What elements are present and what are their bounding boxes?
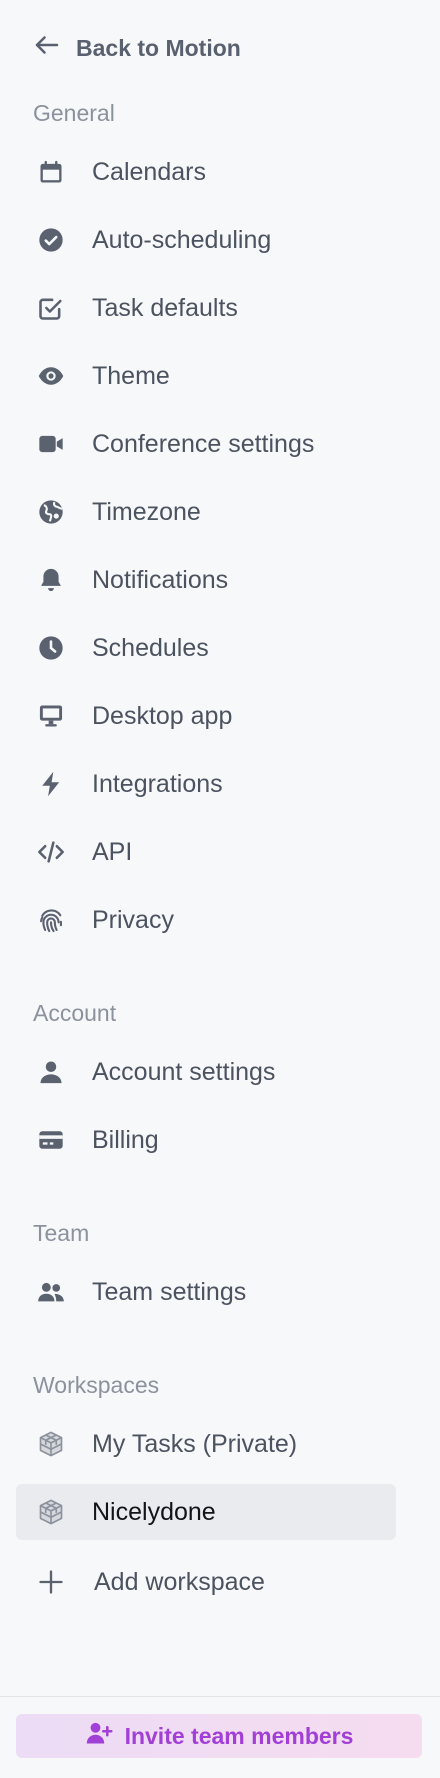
user-icon	[36, 1057, 66, 1087]
user-plus-icon	[85, 1719, 113, 1753]
credit-card-icon	[36, 1125, 66, 1155]
nav-item-timezone[interactable]: Timezone	[16, 484, 396, 540]
nav-item-auto-scheduling[interactable]: Auto-scheduling	[16, 212, 396, 268]
check-circle-icon	[36, 225, 66, 255]
bell-icon	[36, 565, 66, 595]
nav-item-label: Billing	[92, 1125, 159, 1154]
eye-icon	[36, 361, 66, 391]
invite-team-members-button[interactable]: Invite team members	[16, 1714, 422, 1758]
nav-item-api[interactable]: API	[16, 824, 396, 880]
nav-item-team-settings[interactable]: Team settings	[16, 1264, 396, 1320]
nav-item-label: Auto-scheduling	[92, 225, 272, 254]
nav-item-workspace-nicelydone[interactable]: Nicelydone	[16, 1484, 396, 1540]
users-icon	[36, 1277, 66, 1307]
section-label-general: General	[33, 100, 115, 126]
add-workspace-label: Add workspace	[94, 1567, 265, 1596]
fingerprint-icon	[36, 905, 66, 935]
section-label-team: Team	[33, 1220, 90, 1246]
nav-item-calendars[interactable]: Calendars	[16, 144, 396, 200]
globe-icon	[36, 497, 66, 527]
checkbox-icon	[36, 293, 66, 323]
nav-item-privacy[interactable]: Privacy	[16, 892, 396, 948]
nav-item-account-settings[interactable]: Account settings	[16, 1044, 396, 1100]
nav-item-label: Conference settings	[92, 429, 315, 458]
calendar-icon	[36, 157, 66, 187]
nav-item-desktop-app[interactable]: Desktop app	[16, 688, 396, 744]
nav-item-schedules[interactable]: Schedules	[16, 620, 396, 676]
arrow-left-icon	[32, 30, 62, 66]
nav-item-theme[interactable]: Theme	[16, 348, 396, 404]
settings-sidebar: Back to Motion General Calendars Auto-sc…	[0, 0, 440, 1778]
code-icon	[36, 837, 66, 867]
nav-item-label: Integrations	[92, 769, 223, 798]
nav-item-task-defaults[interactable]: Task defaults	[16, 280, 396, 336]
nav-item-label: API	[92, 837, 133, 866]
nav-item-label: Privacy	[92, 905, 174, 934]
nav-item-label: My Tasks (Private)	[92, 1429, 298, 1458]
nav-item-label: Schedules	[92, 633, 209, 662]
nav-item-label: Timezone	[92, 497, 201, 526]
nav-item-integrations[interactable]: Integrations	[16, 756, 396, 812]
section-label-workspaces: Workspaces	[33, 1372, 160, 1398]
nav-item-conference-settings[interactable]: Conference settings	[16, 416, 396, 472]
nav-item-notifications[interactable]: Notifications	[16, 552, 396, 608]
nav-item-label: Notifications	[92, 565, 229, 594]
nav-item-label: Desktop app	[92, 701, 233, 730]
nav-item-workspace-my-tasks[interactable]: My Tasks (Private)	[16, 1416, 396, 1472]
cube-icon	[36, 1497, 66, 1527]
nav-item-billing[interactable]: Billing	[16, 1112, 396, 1168]
cube-icon	[36, 1429, 66, 1459]
invite-button-label: Invite team members	[124, 1722, 354, 1749]
nav-item-label: Nicelydone	[92, 1497, 216, 1526]
footer-divider	[0, 1696, 440, 1697]
back-link-label: Back to Motion	[76, 34, 241, 61]
nav-item-label: Task defaults	[92, 293, 238, 322]
back-to-motion-link[interactable]: Back to Motion	[32, 30, 241, 66]
nav-item-label: Account settings	[92, 1057, 276, 1086]
clock-icon	[36, 633, 66, 663]
lightning-bolt-icon	[36, 769, 66, 799]
video-camera-icon	[36, 429, 66, 459]
nav-item-label: Calendars	[92, 157, 206, 186]
add-workspace-button[interactable]: Add workspace	[16, 1554, 396, 1610]
nav-item-label: Theme	[92, 361, 170, 390]
section-label-account: Account	[33, 1000, 117, 1026]
monitor-icon	[36, 701, 66, 731]
plus-icon	[36, 1567, 66, 1597]
nav-item-label: Team settings	[92, 1277, 247, 1306]
